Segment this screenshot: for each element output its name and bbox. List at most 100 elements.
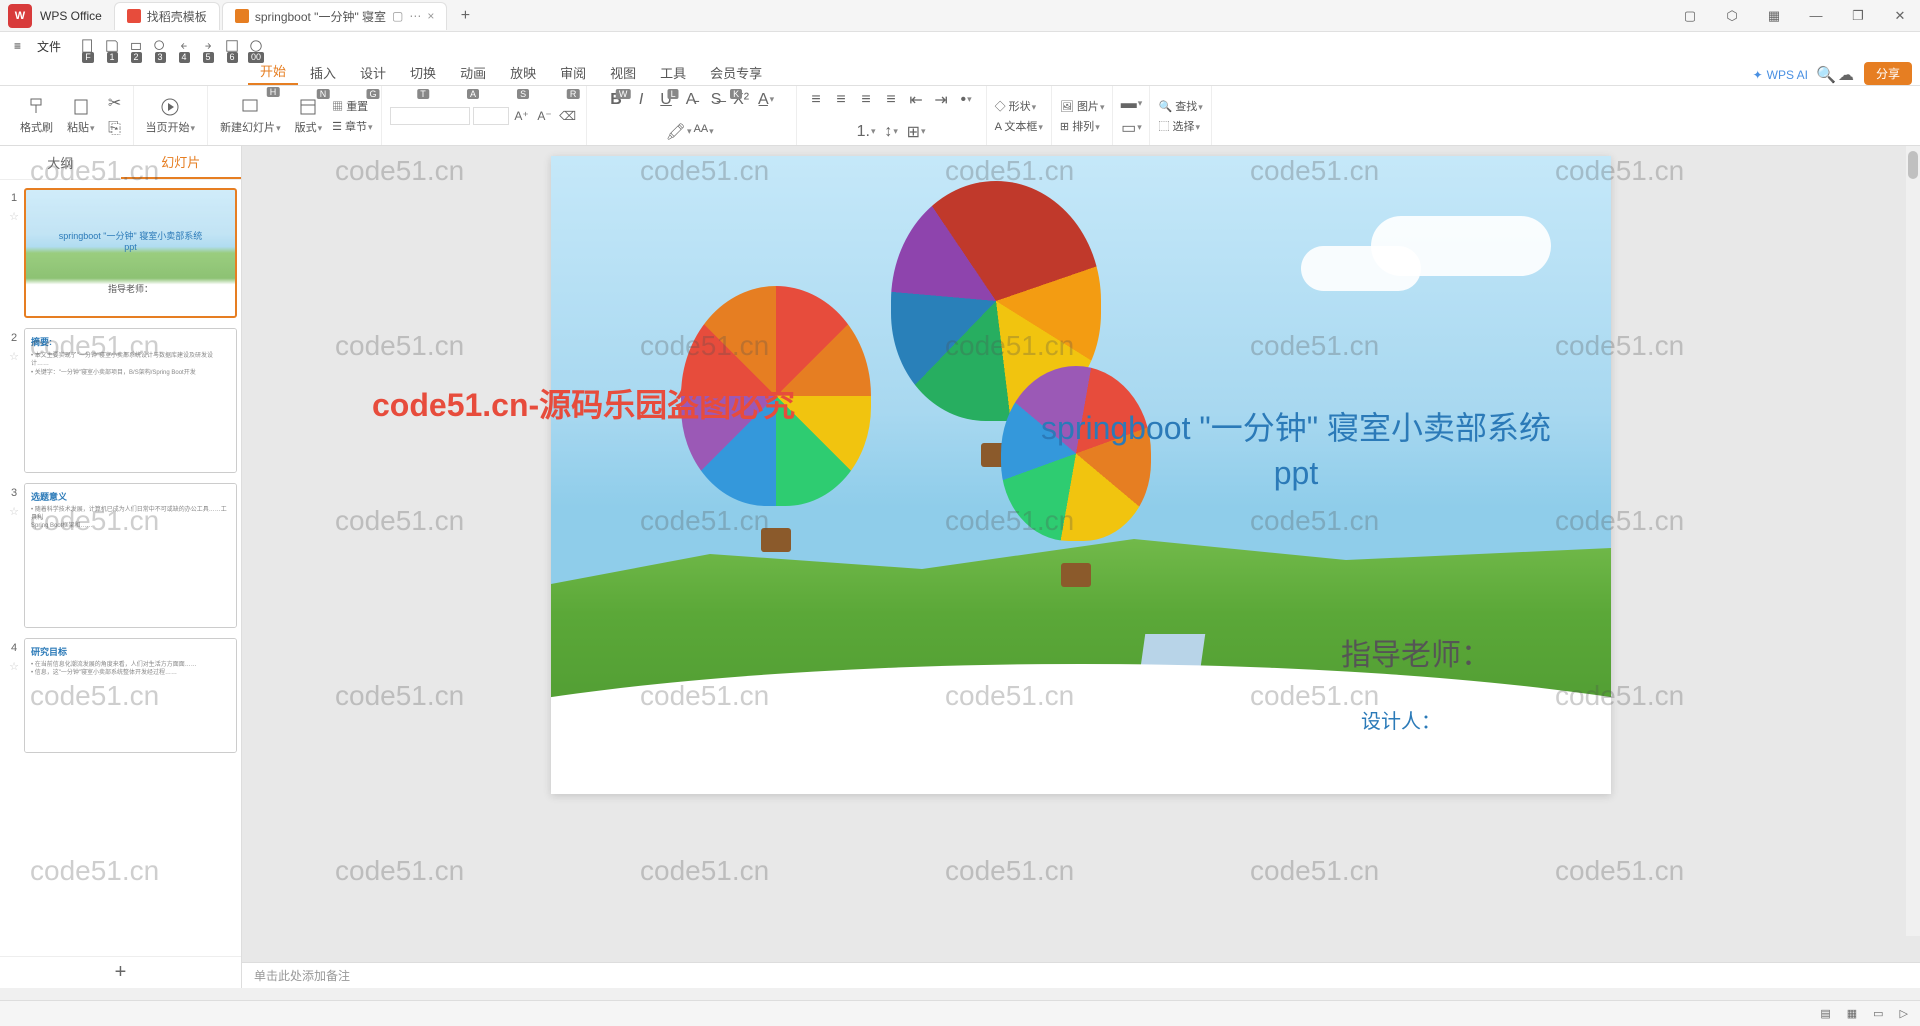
tab-document[interactable]: springboot "一分钟" 寝室 ▢ ⋯ × xyxy=(222,2,448,30)
numbering-icon[interactable]: 1. ▾ xyxy=(856,122,876,142)
share-button[interactable]: 分享 xyxy=(1864,62,1912,85)
cloud-icon[interactable]: ☁ xyxy=(1836,65,1856,85)
shape-button[interactable]: ◇ 形状▾ xyxy=(995,98,1037,114)
format-painter-button[interactable]: 格式刷 xyxy=(16,95,57,137)
strikethrough-icon[interactable]: S̶ xyxy=(706,90,726,110)
scroll-thumb[interactable] xyxy=(1908,151,1918,179)
section-button[interactable]: ☰ 章节▾ xyxy=(332,118,372,134)
window-grid-icon[interactable]: ▢ xyxy=(1670,0,1710,32)
ribtab-start[interactable]: 开始H xyxy=(248,58,298,85)
thumbnails-list[interactable]: 1☆ springboot "一分钟" 寝室小卖部系统ppt指导老师： 2☆ 摘… xyxy=(0,180,241,956)
fill-icon[interactable]: ▬▾ xyxy=(1121,94,1141,114)
picture-button[interactable]: 🖼 图片▾ xyxy=(1060,98,1105,114)
cut-icon[interactable]: ✂ xyxy=(105,93,125,113)
slide-thumbnail[interactable]: 摘要:• 本文主要实现了"一分钟"寝室小卖部系统设计与数据库建设及研发设计……•… xyxy=(24,328,237,473)
layout-button[interactable]: 版式▾ xyxy=(291,95,327,137)
clear-format-icon[interactable]: ⌫ xyxy=(558,106,578,126)
strike-icon[interactable]: A̵ xyxy=(681,90,701,110)
notes-pane[interactable]: 单击此处添加备注 xyxy=(242,962,1920,988)
line-spacing-icon[interactable]: ↕▾ xyxy=(881,122,901,142)
qat-6[interactable]: 6 xyxy=(223,37,241,55)
qat-00[interactable]: 00 xyxy=(247,37,265,55)
file-menu[interactable]: 文件 xyxy=(31,36,67,57)
ribtab-view[interactable]: 视图W xyxy=(598,60,648,85)
paste-button[interactable]: 粘贴▾ xyxy=(63,95,99,137)
qat-redo[interactable]: 5 xyxy=(199,37,217,55)
text-effects-icon[interactable]: ᴬᴬ▾ xyxy=(694,122,714,142)
view-normal-icon[interactable]: ▤ xyxy=(1820,1007,1830,1020)
ribtab-design[interactable]: 设计G xyxy=(348,60,398,85)
tab-templates[interactable]: 找稻壳模板 xyxy=(114,2,220,30)
decrease-font-icon[interactable]: A⁻ xyxy=(535,106,555,126)
align-left-icon[interactable]: ≡ xyxy=(806,90,826,110)
ribtab-transition[interactable]: 切换T xyxy=(398,60,448,85)
ribtab-insert[interactable]: 插入N xyxy=(298,60,348,85)
search-icon[interactable]: 🔍 xyxy=(1816,65,1836,85)
indent-inc-icon[interactable]: ⇥ xyxy=(931,90,951,110)
bullets-icon[interactable]: • ▾ xyxy=(956,90,976,110)
arrange-button[interactable]: ⊞ 排列▾ xyxy=(1060,118,1100,134)
view-reading-icon[interactable]: ▭ xyxy=(1873,1007,1883,1020)
start-from-button[interactable]: 当页开始▾ xyxy=(142,95,200,137)
view-sorter-icon[interactable]: ▦ xyxy=(1847,1007,1857,1020)
wps-ai-button[interactable]: ✦WPS AI xyxy=(1745,65,1816,85)
thumb-item[interactable]: 1☆ springboot "一分钟" 寝室小卖部系统ppt指导老师： xyxy=(4,188,237,318)
vertical-scrollbar[interactable] xyxy=(1906,146,1920,936)
slide-teacher[interactable]: 指导老师： xyxy=(1341,630,1491,674)
slide-thumbnail[interactable]: 选题意义• 随着科学技术发展，计算机已成为人们日常中不可或缺的办公工具……工具利… xyxy=(24,483,237,628)
thumb-item[interactable]: 2☆ 摘要:• 本文主要实现了"一分钟"寝室小卖部系统设计与数据库建设及研发设计… xyxy=(4,328,237,473)
ellipsis-icon[interactable]: ⋯ xyxy=(409,9,421,23)
outline-tab[interactable]: 大纲 xyxy=(0,146,121,179)
align-right-icon[interactable]: ≡ xyxy=(856,90,876,110)
qat-print[interactable]: 2 xyxy=(127,37,145,55)
thumb-item[interactable]: 3☆ 选题意义• 随着科学技术发展，计算机已成为人们日常中不可或缺的办公工具……… xyxy=(4,483,237,628)
maximize-button[interactable]: ❐ xyxy=(1838,0,1878,32)
ribtab-animation[interactable]: 动画A xyxy=(448,60,498,85)
qat-new[interactable]: F xyxy=(79,37,97,55)
text-dir-icon[interactable]: ⊞▾ xyxy=(906,122,926,142)
slide-designer[interactable]: 设计人： xyxy=(1361,705,1441,734)
view-slideshow-icon[interactable]: ▷ xyxy=(1900,1007,1908,1020)
ribtab-tools[interactable]: 工具L xyxy=(648,60,698,85)
highlight-icon[interactable]: 🖍▾ xyxy=(669,122,689,142)
align-center-icon[interactable]: ≡ xyxy=(831,90,851,110)
add-slide-button[interactable]: + xyxy=(0,956,241,988)
slide-thumbnail[interactable]: 研究目标• 在当前信息化潮流发展的角度来看，人们对生活方方面面……• 信息，这"… xyxy=(24,638,237,753)
minimize-button[interactable]: — xyxy=(1796,0,1836,32)
reset-button[interactable]: ▦ 重置 xyxy=(332,98,372,114)
new-tab-button[interactable]: + xyxy=(453,4,477,28)
star-icon[interactable]: ☆ xyxy=(9,660,19,673)
select-button[interactable]: ⬚ 选择▾ xyxy=(1158,118,1200,134)
textbox-button[interactable]: A 文本框▾ xyxy=(995,118,1043,134)
presentation-mode-icon[interactable]: ▢ xyxy=(392,9,403,23)
star-icon[interactable]: ☆ xyxy=(9,210,19,223)
slide-thumbnail[interactable]: springboot "一分钟" 寝室小卖部系统ppt指导老师： xyxy=(24,188,237,318)
qat-save[interactable]: 1 xyxy=(103,37,121,55)
outline-icon[interactable]: ▭▾ xyxy=(1121,118,1141,138)
menu-hamburger-icon[interactable]: ≡ xyxy=(8,37,27,55)
canvas-scroll[interactable]: springboot "一分钟" 寝室小卖部系统ppt 指导老师： 设计人： xyxy=(242,146,1920,962)
ribtab-vip[interactable]: 会员专享K xyxy=(698,60,774,85)
find-button[interactable]: 🔍 查找▾ xyxy=(1158,98,1202,114)
copy-icon[interactable]: ⎘ xyxy=(105,119,125,139)
ribtab-show[interactable]: 放映S xyxy=(498,60,548,85)
qat-undo[interactable]: 4 xyxy=(175,37,193,55)
qat-preview[interactable]: 3 xyxy=(151,37,169,55)
cube-icon[interactable]: ⬡ xyxy=(1712,0,1752,32)
slide-title[interactable]: springboot "一分钟" 寝室小卖部系统ppt xyxy=(1031,406,1561,496)
close-icon[interactable]: × xyxy=(427,9,434,23)
font-color-icon[interactable]: A̲▾ xyxy=(756,90,776,110)
star-icon[interactable]: ☆ xyxy=(9,505,19,518)
indent-dec-icon[interactable]: ⇤ xyxy=(906,90,926,110)
star-icon[interactable]: ☆ xyxy=(9,350,19,363)
increase-font-icon[interactable]: A⁺ xyxy=(512,106,532,126)
ribtab-review[interactable]: 审阅R xyxy=(548,60,598,85)
user-icon[interactable]: ▦ xyxy=(1754,0,1794,32)
close-button[interactable]: ✕ xyxy=(1880,0,1920,32)
thumb-item[interactable]: 4☆ 研究目标• 在当前信息化潮流发展的角度来看，人们对生活方方面面……• 信息… xyxy=(4,638,237,753)
slides-tab[interactable]: 幻灯片 xyxy=(121,146,242,179)
italic-icon[interactable]: I xyxy=(631,90,651,110)
justify-icon[interactable]: ≡ xyxy=(881,90,901,110)
new-slide-button[interactable]: 新建幻灯片▾ xyxy=(216,95,285,137)
slide-canvas[interactable]: springboot "一分钟" 寝室小卖部系统ppt 指导老师： 设计人： xyxy=(551,156,1611,794)
